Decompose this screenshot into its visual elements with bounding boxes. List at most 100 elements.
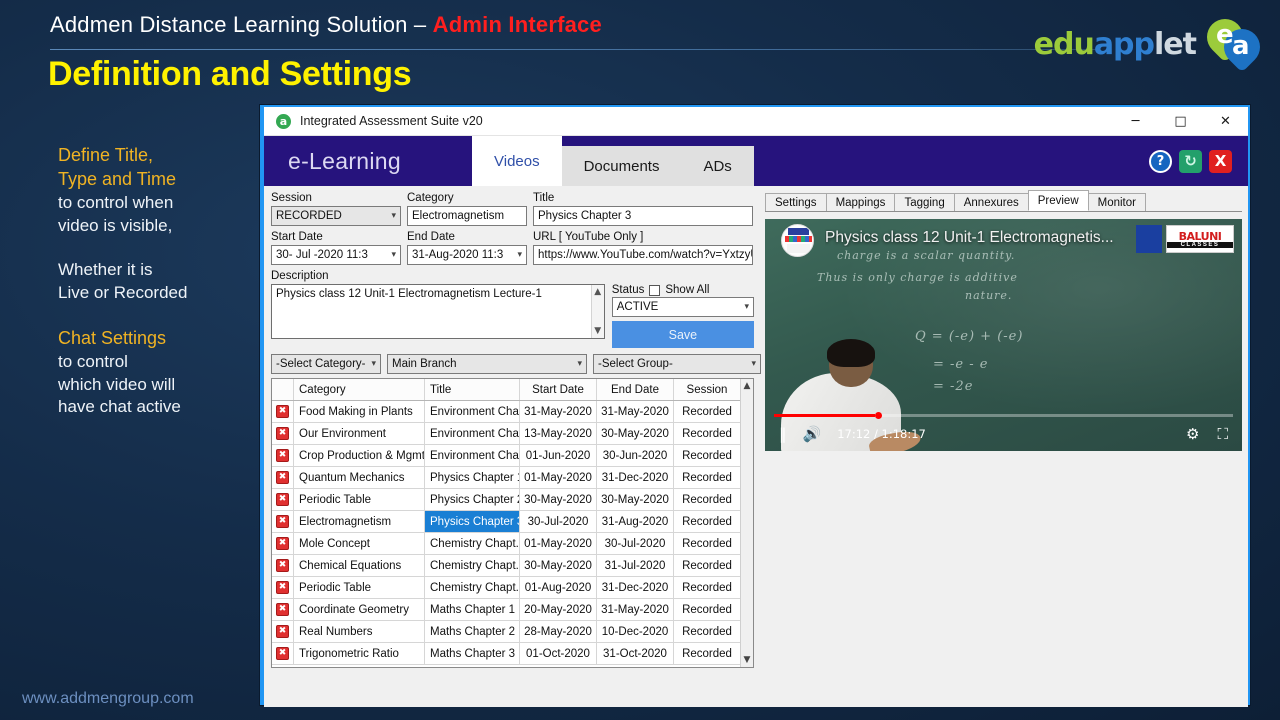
table-row[interactable]: ✖Trigonometric RatioMaths Chapter 301-Oc… [272,643,740,665]
tab-documents[interactable]: Documents [562,146,682,186]
table-row[interactable]: ✖Chemical EquationsChemistry Chapt...30-… [272,555,740,577]
table-row[interactable]: ✖Food Making in PlantsEnvironment Cha...… [272,401,740,423]
cell-title: Maths Chapter 1 [425,599,520,620]
delete-row-icon[interactable]: ✖ [276,559,289,572]
table-row[interactable]: ✖Mole ConceptChemistry Chapt...01-May-20… [272,533,740,555]
filter-branch-select[interactable]: Main Branch ▾ [387,354,587,374]
table-scrollbar[interactable]: ▲ ▼ [740,379,753,667]
table-col-category[interactable]: Category [294,379,425,400]
table-row[interactable]: ✖Real NumbersMaths Chapter 228-May-20201… [272,621,740,643]
app-header: e-Learning Videos Documents ADs ? ↻ X [264,136,1248,186]
description-textarea[interactable]: Physics class 12 Unit-1 Electromagnetism… [271,284,605,339]
filter-category-value: -Select Category- [276,355,365,373]
chalk-line-5: = -e - e [933,357,988,372]
table-row[interactable]: ✖Coordinate GeometryMaths Chapter 120-Ma… [272,599,740,621]
volume-icon[interactable]: 🔊 [803,425,822,443]
video-title[interactable]: Physics class 12 Unit-1 Electromagnetis.… [825,229,1168,247]
session-field: Session RECORDED ▾ [271,192,401,226]
table-row[interactable]: ✖Crop Production & MgmtEnvironment Cha..… [272,445,740,467]
cell-category: Our Environment [294,423,425,444]
delete-row-icon[interactable]: ✖ [276,537,289,550]
channel-watermark: BALUNI CLASSES [1166,225,1234,253]
title-input[interactable]: Physics Chapter 3 [533,206,753,226]
cell-end-date: 31-Oct-2020 [597,643,674,664]
minimize-button[interactable]: ─ [1113,107,1158,135]
cell-title: Physics Chapter 2 [425,489,520,510]
progress-bar[interactable] [774,414,1233,417]
delete-row-icon[interactable]: ✖ [276,427,289,440]
chalk-line-6: = -2e [933,379,973,394]
url-input[interactable]: https://www.YouTube.com/watch?v=YxtzyU [533,245,753,265]
table-col-session[interactable]: Session [674,379,740,400]
tab-settings[interactable]: Settings [765,193,827,211]
chevron-down-icon: ▾ [744,298,749,316]
delete-row-icon[interactable]: ✖ [276,405,289,418]
maximize-button[interactable]: □ [1158,107,1203,135]
right-pane: Settings Mappings Tagging Annexures Prev… [761,186,1248,707]
app-logo-icon: a [276,114,291,129]
close-app-icon[interactable]: X [1209,150,1232,173]
filter-category-select[interactable]: -Select Category- ▾ [271,354,381,374]
delete-row-icon[interactable]: ✖ [276,625,289,638]
tab-mappings[interactable]: Mappings [826,193,896,211]
delete-row-icon[interactable]: ✖ [276,581,289,594]
status-column: Status Show All ACTIVE ▾ Save [612,284,754,348]
tab-annexures[interactable]: Annexures [954,193,1029,211]
scroll-down-icon[interactable]: ▼ [594,326,601,336]
tab-preview[interactable]: Preview [1028,190,1089,211]
table-col-start-date[interactable]: Start Date [520,379,597,400]
delete-row-icon[interactable]: ✖ [276,647,289,660]
table-row[interactable]: ✖Quantum MechanicsPhysics Chapter 101-Ma… [272,467,740,489]
scroll-down-icon[interactable]: ▼ [744,655,751,665]
left-pane: Session RECORDED ▾ Category Electromagne… [264,186,761,707]
table-row[interactable]: ✖Periodic TableChemistry Chapt...01-Aug-… [272,577,740,599]
tab-tagging[interactable]: Tagging [894,193,954,211]
table-col-title[interactable]: Title [425,379,520,400]
save-button[interactable]: Save [612,321,754,348]
delete-row-icon[interactable]: ✖ [276,471,289,484]
table-col-end-date[interactable]: End Date [597,379,674,400]
channel-avatar[interactable] [781,224,814,257]
watermark-logo-icon [1136,225,1162,253]
scroll-up-icon[interactable]: ▲ [594,287,601,297]
settings-gear-icon[interactable]: ⚙ [1186,425,1199,443]
note-block-1: Define Title, Type and Time to control w… [58,144,258,237]
progress-handle[interactable] [875,412,882,419]
delete-row-icon[interactable]: ✖ [276,603,289,616]
cell-start-date: 30-May-2020 [520,489,597,510]
scroll-up-icon[interactable]: ▲ [744,381,751,391]
pause-icon[interactable]: ‖ [779,425,787,443]
session-select[interactable]: RECORDED ▾ [271,206,401,226]
status-select[interactable]: ACTIVE ▾ [612,297,754,317]
description-scrollbar[interactable]: ▲ ▼ [591,285,604,338]
table-row[interactable]: ✖Periodic TablePhysics Chapter 230-May-2… [272,489,740,511]
category-input[interactable]: Electromagnetism [407,206,527,226]
fullscreen-icon[interactable]: ⛶ [1217,425,1228,443]
header-divider [50,49,1100,50]
session-value: RECORDED [276,207,342,225]
chalk-line-4: Q = (-e) + (-e) [915,329,1023,344]
table-row[interactable]: ✖Our EnvironmentEnvironment Cha...13-May… [272,423,740,445]
cell-category: Coordinate Geometry [294,599,425,620]
cell-session: Recorded [674,643,740,664]
table-row[interactable]: ✖ElectromagnetismPhysics Chapter 330-Jul… [272,511,740,533]
delete-row-icon[interactable]: ✖ [276,493,289,506]
video-player[interactable]: charge is a scalar quantity. Thus is onl… [765,219,1242,451]
delete-row-icon[interactable]: ✖ [276,515,289,528]
filter-group-select[interactable]: -Select Group- ▾ [593,354,761,374]
url-label: URL [ YouTube Only ] [533,231,753,243]
cell-session: Recorded [674,533,740,554]
tab-ads[interactable]: ADs [681,146,753,186]
videos-table: Category Title Start Date End Date Sessi… [271,378,754,668]
show-all-checkbox[interactable] [649,285,660,296]
tab-monitor[interactable]: Monitor [1088,193,1146,211]
delete-row-icon[interactable]: ✖ [276,449,289,462]
cell-title: Physics Chapter 3 [425,511,520,532]
refresh-icon[interactable]: ↻ [1179,150,1202,173]
start-date-picker[interactable]: 30- Jul -2020 11:3 ▾ [271,245,401,265]
close-window-button[interactable]: ✕ [1203,107,1248,135]
help-icon[interactable]: ? [1149,150,1172,173]
tab-videos[interactable]: Videos [472,136,562,186]
end-date-picker[interactable]: 31-Aug-2020 11:3 ▾ [407,245,527,265]
row-actions-cell: ✖ [272,643,294,664]
